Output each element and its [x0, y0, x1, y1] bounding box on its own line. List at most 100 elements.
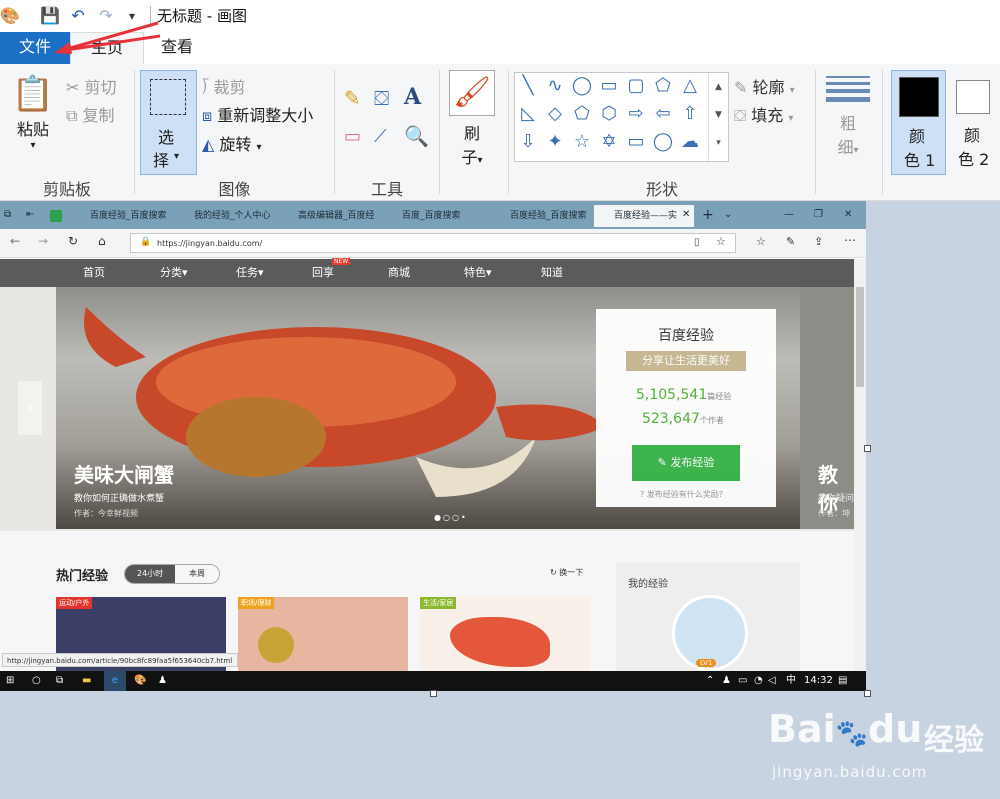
cloud-callout-shape-icon[interactable]: ☁ [677, 129, 703, 155]
color-picker-icon[interactable]: ⟋ [374, 126, 387, 147]
text-tool-icon[interactable]: A [404, 84, 421, 110]
battery-icon[interactable]: ▭ [738, 671, 747, 691]
network-icon[interactable]: ◔ [754, 671, 763, 691]
toggle-24h[interactable]: 24小时 [125, 565, 175, 583]
tab-preview-icon[interactable]: ⧉ [4, 205, 11, 225]
set-aside-tabs-icon[interactable]: ⇤ [26, 205, 34, 225]
time-toggle[interactable]: 24小时 本周 [124, 564, 220, 584]
minimize-icon[interactable]: — [784, 205, 794, 225]
paint-app-icon[interactable]: 🎨 [0, 6, 20, 26]
fill-bucket-icon[interactable]: ⛋ [374, 86, 389, 110]
forward-icon[interactable]: → [38, 234, 48, 248]
favorites-hub-icon[interactable]: ☆ [756, 235, 766, 248]
publish-button[interactable]: ✎ 发布经验 [632, 445, 740, 481]
outline-button[interactable]: ✎ 轮廓 ▾ [734, 74, 795, 98]
nav-item[interactable]: 知道 [541, 259, 563, 287]
start-icon[interactable]: ⊞ [6, 671, 14, 691]
refresh-link[interactable]: ↻ 换一下 [550, 567, 583, 578]
eraser-icon[interactable]: ▭ [344, 126, 361, 147]
star4-shape-icon[interactable]: ✦ [542, 129, 568, 155]
callout-rect-shape-icon[interactable]: ▭ [623, 129, 649, 155]
browser-tab[interactable]: 高级编辑器_百度经 [278, 205, 378, 227]
article-thumb[interactable]: 职场/理财 [238, 597, 408, 671]
new-tab-icon[interactable]: + [702, 205, 714, 225]
resize-button[interactable]: ⧈ 重新调整大小 [202, 102, 313, 126]
browser-tab[interactable]: 百度_百度搜索 [382, 205, 486, 227]
shapes-scroll[interactable]: ▲ ▼ ▾ [708, 73, 728, 161]
app-icon[interactable] [50, 210, 62, 222]
nav-item[interactable]: 回享 [312, 259, 334, 287]
browser-tab[interactable]: 百度经验_百度搜索 [70, 205, 170, 227]
maximize-icon[interactable]: ❐ [814, 205, 823, 225]
brush-dropdown-icon[interactable]: ▾ [477, 155, 482, 166]
hexagon-shape-icon[interactable]: ⬡ [596, 101, 622, 127]
window-close-icon[interactable]: ✕ [844, 205, 852, 225]
reading-view-icon[interactable]: ▯ [694, 237, 700, 248]
pentagon-shape-icon[interactable]: ⬠ [569, 101, 595, 127]
paint-taskbar-icon[interactable]: 🎨 [134, 671, 146, 691]
browser-tab-active[interactable]: 百度经验——实 [594, 205, 694, 227]
pencil-icon[interactable]: ✎ [344, 86, 361, 110]
arrow-down-shape-icon[interactable]: ⇩ [515, 129, 541, 155]
home-icon[interactable]: ⌂ [98, 234, 106, 248]
tray-expand-icon[interactable]: ⌃ [706, 671, 714, 691]
nav-item[interactable]: 首页 [83, 259, 105, 287]
line-shape-icon[interactable]: ╲ [515, 73, 541, 99]
paste-dropdown-icon[interactable]: ▾ [10, 140, 56, 151]
copy-button[interactable]: ⧉ 复制 [66, 102, 115, 126]
right-triangle-shape-icon[interactable]: ◺ [515, 101, 541, 127]
refresh-icon[interactable]: ↻ [68, 234, 78, 248]
more-icon[interactable]: ⋯ [844, 233, 856, 247]
tray-icon[interactable]: ♟ [722, 671, 731, 691]
polygon-shape-icon[interactable]: ⬠ [650, 73, 676, 99]
oval-shape-icon[interactable]: ◯ [569, 73, 595, 99]
brushes-button[interactable]: 🖌 刷 子▾ [448, 70, 496, 168]
crop-button[interactable]: ⟌ 裁剪 [202, 74, 246, 98]
rotate-button[interactable]: ◭ 旋转 ▾ [202, 131, 262, 155]
resize-handle-bottom[interactable] [430, 690, 437, 697]
resize-handle-right[interactable] [864, 445, 871, 452]
callout-oval-shape-icon[interactable]: ◯ [650, 129, 676, 155]
select-dropdown-icon[interactable]: ▾ [174, 151, 179, 162]
browser-tab[interactable]: 百度经验_百度搜索 [490, 205, 590, 227]
browser-tab[interactable]: 我的经验_个人中心 [174, 205, 274, 227]
article-thumb[interactable]: 生活/家居 [420, 597, 590, 671]
size-button[interactable]: 粗 细▾ [824, 72, 872, 158]
edge-icon[interactable]: e [104, 671, 126, 691]
select-button[interactable]: 选 择 ▾ [140, 70, 197, 175]
url-field[interactable]: https://jingyan.baidu.com/ [130, 233, 736, 253]
magnifier-icon[interactable]: 🔍 [404, 124, 429, 148]
action-center-icon[interactable]: ▤ [838, 671, 847, 691]
fill-button[interactable]: ⛋ 填充 ▾ [734, 102, 793, 126]
volume-icon[interactable]: ◁ [768, 671, 776, 691]
clock[interactable]: 14:32 [804, 671, 833, 691]
carousel-dots[interactable]: ●○○• [434, 513, 468, 522]
color1-button[interactable]: 颜 色 1 [891, 70, 946, 175]
back-icon[interactable]: ← [10, 234, 20, 248]
ime-indicator[interactable]: 中 [786, 671, 796, 691]
diamond-shape-icon[interactable]: ◇ [542, 101, 568, 127]
arrow-left-shape-icon[interactable]: ⇦ [650, 101, 676, 127]
toggle-week[interactable]: 本周 [175, 565, 219, 583]
curve-shape-icon[interactable]: ∿ [542, 73, 568, 99]
close-tab-icon[interactable]: ✕ [682, 205, 690, 225]
share-icon[interactable]: ⇪ [814, 235, 823, 248]
rounded-rect-shape-icon[interactable]: ▢ [623, 73, 649, 99]
star6-shape-icon[interactable]: ✡ [596, 129, 622, 155]
scrollbar-thumb[interactable] [856, 287, 864, 387]
tab-list-icon[interactable]: ⌄ [724, 205, 732, 225]
card-help-link[interactable]: ? 发布经验有什么奖励? [640, 489, 723, 500]
explorer-icon[interactable]: ▬ [82, 671, 91, 691]
carousel-prev-icon[interactable]: ‹ [18, 381, 42, 435]
star5-shape-icon[interactable]: ☆ [569, 129, 595, 155]
qq-icon[interactable]: ♟ [158, 671, 167, 691]
pasted-browser-screenshot[interactable]: ⧉ ⇤ 百度经验_百度搜索 我的经验_个人中心 高级编辑器_百度经 百度_百度搜… [0, 201, 866, 691]
nav-item[interactable]: 商城 [388, 259, 410, 287]
arrow-right-shape-icon[interactable]: ⇨ [623, 101, 649, 127]
cut-button[interactable]: ✂ 剪切 [66, 74, 117, 98]
nav-item[interactable]: 分类▾ [160, 259, 188, 287]
web-note-icon[interactable]: ✎ [786, 235, 795, 248]
triangle-shape-icon[interactable]: △ [677, 73, 703, 99]
paste-button[interactable]: 📋 粘贴 ▾ [10, 72, 56, 151]
rotate-dropdown-icon[interactable]: ▾ [257, 142, 262, 153]
